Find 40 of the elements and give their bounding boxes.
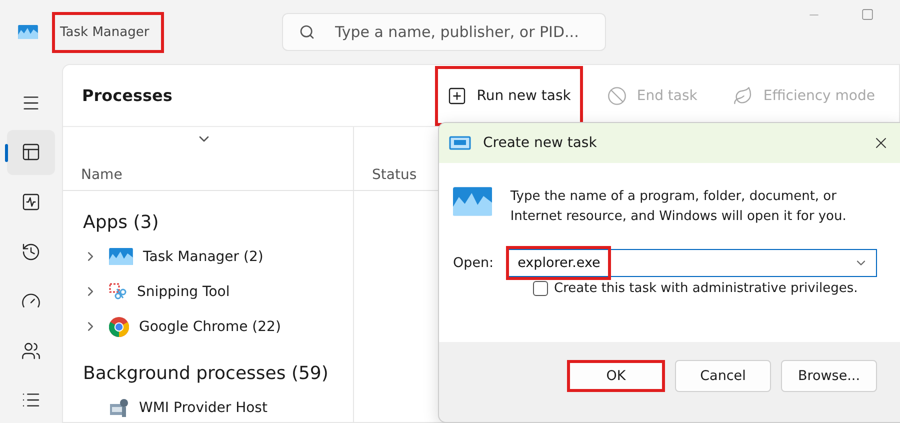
dialog-button[interactable]: Cancel (675, 360, 771, 392)
group-title: Apps (3) (83, 210, 160, 234)
window-title: Task Manager (52, 12, 164, 52)
add-window-icon (446, 86, 467, 106)
process-name[interactable]: WMI Provider Host (139, 400, 268, 416)
nav-button[interactable] (7, 130, 55, 176)
process-name[interactable]: Snipping Tool (137, 284, 230, 300)
panels-icon (21, 142, 41, 162)
dialog-button[interactable]: OK (567, 360, 665, 392)
checkbox-label: Create this task with administrative privileges. (554, 281, 858, 296)
toolbar-button[interactable]: Run new task (434, 66, 583, 126)
combo-box[interactable]: explorer.exe (508, 249, 877, 277)
search-icon (299, 24, 315, 40)
process-name[interactable]: Google Chrome (22) (139, 318, 281, 334)
group-title: Background processes (59) (83, 362, 330, 386)
admin-checkbox[interactable] (533, 281, 548, 296)
search-bar[interactable]: Type a name, publisher, or PID... (282, 13, 606, 51)
chrome-icon (109, 316, 129, 336)
pulse-icon (21, 192, 41, 212)
gear-window-icon (109, 398, 129, 418)
history-icon (21, 242, 41, 262)
column-header[interactable]: Status (372, 167, 417, 183)
task-manager-icon (109, 248, 133, 266)
dialog-title: Create new task (483, 135, 597, 151)
blocked-icon (606, 86, 627, 106)
open-label: Open: (453, 255, 494, 271)
leaf-icon (733, 86, 754, 106)
open-field[interactable]: explorer.exe (518, 255, 854, 271)
dialog-button[interactable]: Browse... (781, 360, 877, 392)
task-manager-icon (453, 187, 492, 216)
search-field[interactable]: Type a name, publisher, or PID... (333, 22, 593, 42)
page-title: Processes (82, 86, 172, 105)
process-name[interactable]: Task Manager (2) (143, 248, 264, 264)
window-icon (449, 136, 471, 150)
users-icon (21, 340, 41, 361)
column-header[interactable]: Name (81, 167, 122, 183)
dialog-message: Type the name of a program, folder, document, or Internet resource, and Windows will open it for you. (510, 188, 848, 226)
scissors-icon (109, 282, 127, 300)
app-logo-icon (18, 24, 38, 40)
maximize-icon[interactable] (861, 8, 874, 21)
